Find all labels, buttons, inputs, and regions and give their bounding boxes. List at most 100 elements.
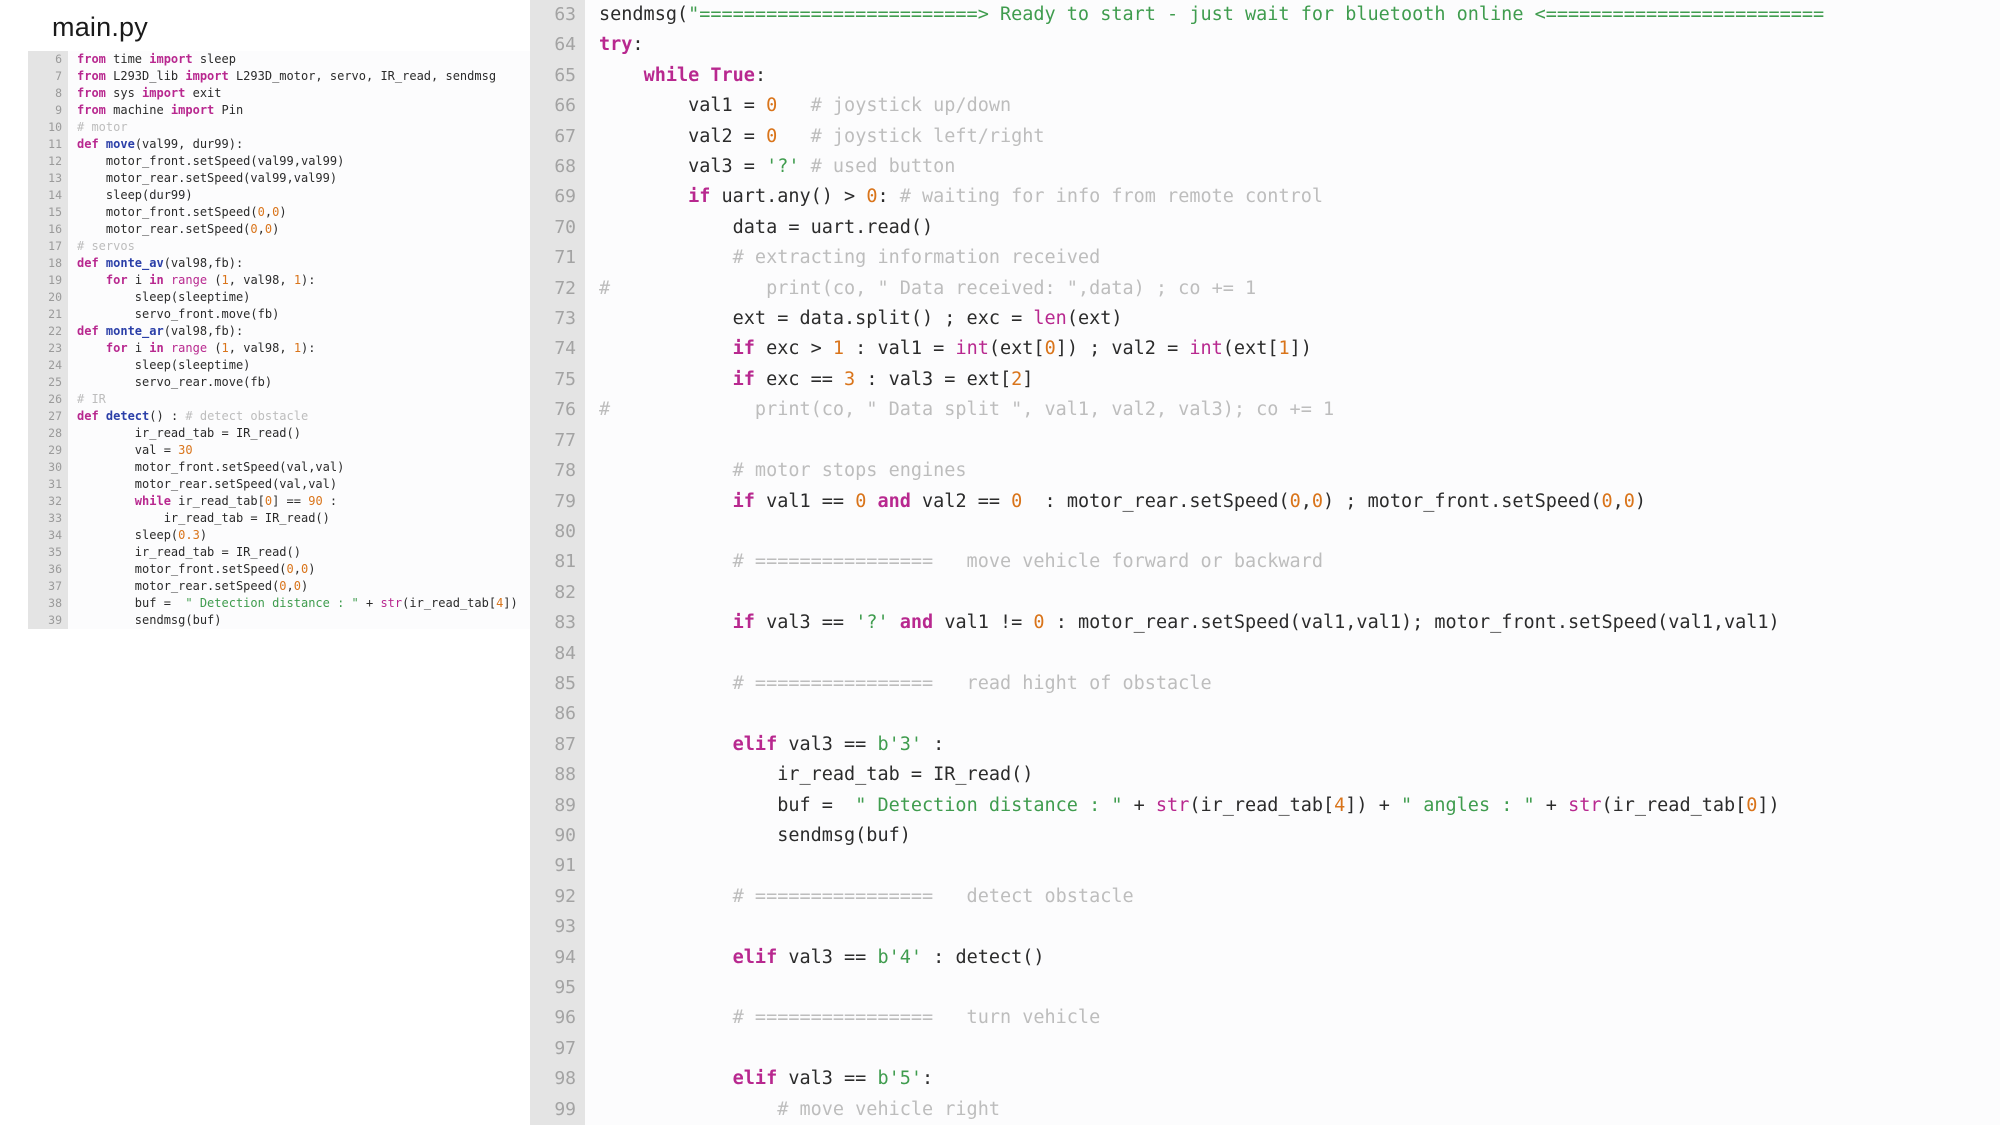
- code-line[interactable]: 92 # ================ detect obstacle: [530, 881, 2000, 913]
- code-line[interactable]: 77: [530, 425, 2000, 457]
- code-line[interactable]: 91: [530, 851, 2000, 882]
- code-line[interactable]: 25 servo_rear.move(fb): [28, 374, 568, 391]
- code-token: : motor_rear.setSpeed(: [1022, 490, 1290, 512]
- code-token: : detect(): [922, 946, 1045, 968]
- code-line-source: for i in range (1, val98, 1):: [68, 272, 568, 289]
- right-code-editor[interactable]: 63 sendmsg("=========================> Re…: [530, 0, 2000, 1125]
- code-line-source: # ================ read hight of obstacl…: [585, 669, 2000, 699]
- code-line[interactable]: 26 # IR: [28, 391, 568, 408]
- code-line[interactable]: 70 data = uart.read(): [530, 212, 2000, 244]
- code-line[interactable]: 84: [530, 638, 2000, 669]
- code-token: def: [77, 324, 106, 338]
- line-number: 93: [530, 912, 585, 943]
- code-line[interactable]: 6 from time import sleep: [28, 51, 568, 68]
- code-line[interactable]: 78 # motor stops engines: [530, 456, 2000, 487]
- code-token: # waiting for info from remote control: [899, 186, 1323, 208]
- code-token: servo_front.move(fb): [77, 307, 280, 321]
- code-line[interactable]: 38 buf = " Detection distance : " + str(…: [28, 595, 568, 612]
- code-token: 0: [1601, 490, 1613, 512]
- code-line[interactable]: 97: [530, 1033, 2000, 1065]
- code-token: Pin: [221, 103, 244, 117]
- code-line[interactable]: 87 elif val3 == b'3' :: [530, 729, 2000, 761]
- code-line[interactable]: 37 motor_rear.setSpeed(0,0): [28, 578, 568, 595]
- code-line[interactable]: 28 ir_read_tab = IR_read(): [28, 425, 568, 442]
- code-line[interactable]: 75 if exc == 3 : val3 = ext[2]: [530, 364, 2000, 396]
- code-line[interactable]: 17 # servos: [28, 238, 568, 255]
- code-line[interactable]: 16 motor_rear.setSpeed(0,0): [28, 221, 568, 238]
- code-line[interactable]: 19 for i in range (1, val98, 1):: [28, 272, 568, 289]
- code-token: motor_front.setSpeed(: [77, 205, 258, 219]
- code-line[interactable]: 82: [530, 577, 2000, 609]
- code-line[interactable]: 8 from sys import exit: [28, 85, 568, 102]
- line-number: 81: [530, 547, 585, 578]
- code-line[interactable]: 69 if uart.any() > 0: # waiting for info…: [530, 182, 2000, 213]
- code-line[interactable]: 68 val3 = '?' # used button: [530, 152, 2000, 183]
- code-line[interactable]: 11 def move(val99, dur99):: [28, 136, 568, 153]
- code-line[interactable]: 89 buf = " Detection distance : " + str(…: [530, 790, 2000, 821]
- code-line[interactable]: 18 def monte_av(val98,fb):: [28, 255, 568, 272]
- code-line[interactable]: 30 motor_front.setSpeed(val,val): [28, 459, 568, 476]
- code-line[interactable]: 96 # ================ turn vehicle: [530, 1003, 2000, 1034]
- code-line[interactable]: 88 ir_read_tab = IR_read(): [530, 760, 2000, 791]
- code-line[interactable]: 67 val2 = 0 # joystick left/right: [530, 121, 2000, 153]
- code-line[interactable]: 66 val1 = 0 # joystick up/down: [530, 91, 2000, 122]
- code-line[interactable]: 14 sleep(dur99): [28, 187, 568, 204]
- left-code-editor[interactable]: 6 from time import sleep 7 from L293D_lib i…: [28, 51, 568, 629]
- code-line[interactable]: 86: [530, 699, 2000, 730]
- code-line[interactable]: 24 sleep(sleeptime): [28, 357, 568, 374]
- code-line[interactable]: 80: [530, 516, 2000, 548]
- code-line[interactable]: 15 motor_front.setSpeed(0,0): [28, 204, 568, 221]
- line-number: 10: [28, 119, 68, 136]
- code-line[interactable]: 65 while True:: [530, 60, 2000, 92]
- code-line[interactable]: 12 motor_front.setSpeed(val99,val99): [28, 153, 568, 170]
- code-line[interactable]: 71 # extracting information received: [530, 243, 2000, 274]
- code-line[interactable]: 76 # print(co, " Data split ", val1, val2…: [530, 395, 2000, 426]
- code-line[interactable]: 98 elif val3 == b'5':: [530, 1064, 2000, 1095]
- code-line[interactable]: 10 # motor: [28, 119, 568, 136]
- code-line[interactable]: 64 try:: [530, 30, 2000, 61]
- code-line[interactable]: 72 # print(co, " Data received: ",data) ;…: [530, 273, 2000, 305]
- code-line[interactable]: 83 if val3 == '?' and val1 != 0 : motor_…: [530, 608, 2000, 639]
- code-line[interactable]: 33 ir_read_tab = IR_read(): [28, 510, 568, 527]
- code-line[interactable]: 7 from L293D_lib import L293D_motor, serv…: [28, 68, 568, 85]
- code-line[interactable]: 99 # move vehicle right: [530, 1094, 2000, 1125]
- code-token: ir_read_tab = IR_read(): [77, 545, 301, 559]
- code-line[interactable]: 27 def detect() : # detect obstacle: [28, 408, 568, 425]
- code-line[interactable]: 13 motor_rear.setSpeed(val99,val99): [28, 170, 568, 187]
- code-token: # motor stops engines: [599, 460, 967, 482]
- code-line[interactable]: 35 ir_read_tab = IR_read(): [28, 544, 568, 561]
- code-line[interactable]: 39 sendmsg(buf): [28, 612, 568, 629]
- code-line[interactable]: 81 # ================ move vehicle forwa…: [530, 547, 2000, 578]
- code-token: val =: [77, 443, 179, 457]
- code-line-source: # motor: [68, 119, 568, 136]
- code-line[interactable]: 73 ext = data.split() ; exc = len(ext): [530, 304, 2000, 335]
- code-line[interactable]: 9 from machine import Pin: [28, 102, 568, 119]
- code-token: ]) ; val2 =: [1055, 338, 1190, 360]
- code-line[interactable]: 21 servo_front.move(fb): [28, 306, 568, 323]
- code-line[interactable]: 34 sleep(0.3): [28, 527, 568, 544]
- code-line[interactable]: 63 sendmsg("=========================> Re…: [530, 0, 2000, 31]
- code-line[interactable]: 29 val = 30: [28, 442, 568, 459]
- page-title: main.py: [52, 12, 148, 42]
- code-line[interactable]: 36 motor_front.setSpeed(0,0): [28, 561, 568, 578]
- code-line[interactable]: 23 for i in range (1, val98, 1):: [28, 340, 568, 357]
- code-line[interactable]: 31 motor_rear.setSpeed(val,val): [28, 476, 568, 493]
- line-number: 7: [28, 68, 68, 85]
- code-line[interactable]: 32 while ir_read_tab[0] == 90 :: [28, 493, 568, 510]
- code-line[interactable]: 22 def monte_ar(val98,fb):: [28, 323, 568, 340]
- code-line[interactable]: 74 if exc > 1 : val1 = int(ext[0]) ; val…: [530, 334, 2000, 365]
- code-line[interactable]: 94 elif val3 == b'4' : detect(): [530, 942, 2000, 973]
- code-line[interactable]: 79 if val1 == 0 and val2 == 0 : motor_re…: [530, 486, 2000, 517]
- code-token: machine: [113, 103, 171, 117]
- code-token: val2 ==: [922, 490, 1012, 512]
- code-line[interactable]: 20 sleep(sleeptime): [28, 289, 568, 306]
- code-line-source: def monte_av(val98,fb):: [68, 255, 568, 272]
- code-line-source: try:: [585, 30, 2000, 60]
- line-number: 33: [28, 510, 68, 527]
- code-line[interactable]: 93: [530, 912, 2000, 943]
- code-line[interactable]: 85 # ================ read hight of obst…: [530, 668, 2000, 700]
- code-line[interactable]: 95: [530, 973, 2000, 1004]
- code-line-source: # print(co, " Data split ", val1, val2, …: [585, 395, 2000, 425]
- code-line[interactable]: 90 sendmsg(buf): [530, 820, 2000, 852]
